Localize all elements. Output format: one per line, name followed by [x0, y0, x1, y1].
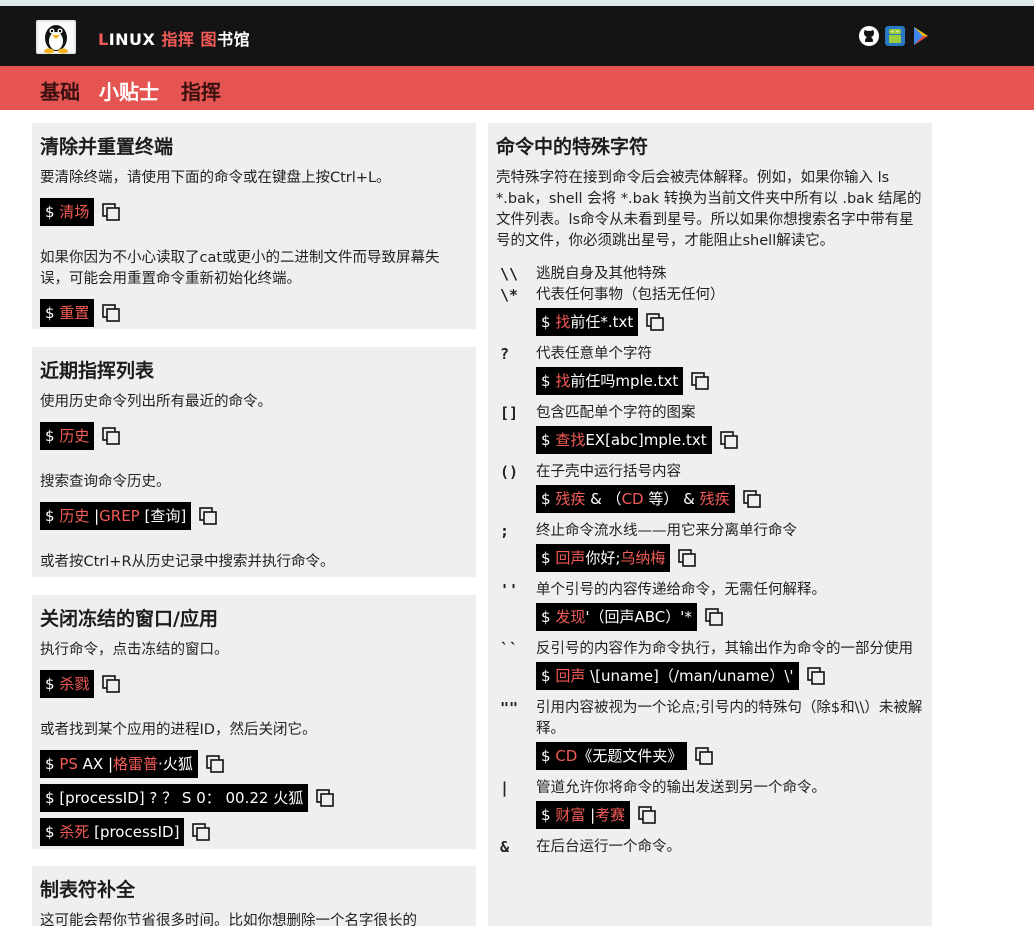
copy-icon[interactable]: [676, 547, 698, 569]
command-code: $ 回声 \[uname]（/man/uname）\': [536, 662, 799, 690]
command-line: $ 回声你好;乌纳梅: [536, 544, 924, 572]
card-tab-completion: 制表符补全 这可能会帮你节省很多时间。比如你想删除一个名字很长的: [32, 866, 476, 926]
command-line: $ 历史 |GREP [查询]: [40, 502, 468, 530]
list-item: ; 终止命令流水线——用它来分离单行命令: [500, 522, 797, 540]
list-item: & 在后台运行一个命令。: [500, 838, 681, 856]
command-line: $ 找前任吗mple.txt: [536, 367, 924, 395]
nav-item-commands[interactable]: 指挥: [181, 76, 221, 105]
copy-icon[interactable]: [693, 745, 715, 767]
site-title[interactable]: LINUX 指挥 图书馆: [98, 26, 250, 50]
command-code: $ 找前任*.txt: [536, 308, 639, 336]
list-item: '' 单个引号的内容传递给命令，无需任何解释。: [500, 581, 826, 599]
tux-logo-icon[interactable]: [32, 12, 80, 60]
command-line: $ 财富 |考赛: [536, 801, 924, 829]
command-code: $ 财富 |考赛: [536, 801, 631, 829]
command-code: $ 杀戮: [40, 670, 95, 698]
card-text: 或者找到某个应用的进程ID，然后关闭它。: [40, 722, 317, 738]
command-code: $ PS AX |格雷普·火狐: [40, 750, 198, 778]
copy-icon[interactable]: [644, 311, 666, 333]
command-code: $ 清场: [40, 198, 95, 226]
command-code: $ 历史: [40, 422, 95, 450]
card-text: 如果你因为不小心读取了cat或更小的二进制文件而导致屏幕失误，可能会用重置命令重…: [40, 250, 440, 287]
header-icons: [858, 25, 932, 47]
special-char-list: \\ 逃脱自身及其他特殊 \* 代表任何事物（包括无任何） $ 找前任*.txt…: [496, 264, 924, 858]
copy-icon[interactable]: [636, 804, 658, 826]
nav-item-basics[interactable]: 基础: [40, 76, 80, 105]
list-item: \\ 逃脱自身及其他特殊: [500, 265, 667, 283]
command-line: $ 找前任*.txt: [536, 308, 924, 336]
list-item: [] 包含匹配单个字符的图案: [500, 404, 696, 422]
copy-icon[interactable]: [100, 425, 122, 447]
copy-icon[interactable]: [100, 201, 122, 223]
nav-item-tips[interactable]: 小贴士: [99, 76, 159, 105]
command-code: $ [processID] ? ？ S 0： 00.22 火狐: [40, 784, 309, 812]
list-item: ? 代表任意单个字符: [500, 345, 652, 363]
github-icon[interactable]: [858, 25, 880, 47]
list-item: "" 引用内容被视为一个论点;引号内的特殊句（除$和\\）未被解释。: [500, 699, 923, 737]
card-title: 关闭冻结的窗口/应用: [40, 608, 218, 630]
card-title: 命令中的特殊字符: [496, 136, 649, 158]
command-line: $ 杀死 [processID]: [40, 818, 468, 846]
command-code: $ 历史 |GREP [查询]: [40, 502, 192, 530]
command-line: $ 清场: [40, 198, 468, 226]
card-text: 或者按Ctrl+R从历史记录中搜索并执行命令。: [40, 554, 335, 570]
command-code: $ 查找EX[abc]mple.txt: [536, 426, 712, 454]
command-line: $ 历史: [40, 422, 468, 450]
card-history: 近期指挥列表 使用历史命令列出所有最近的命令。 $ 历史 搜索查询命令历史。 $…: [32, 347, 476, 577]
copy-icon[interactable]: [197, 505, 219, 527]
command-line: $ 回声 \[uname]（/man/uname）\': [536, 662, 924, 690]
copy-icon[interactable]: [100, 302, 122, 324]
command-line: $ [processID] ? ？ S 0： 00.22 火狐: [40, 784, 468, 812]
copy-icon[interactable]: [703, 606, 725, 628]
card-text: 执行命令，点击冻结的窗口。: [40, 642, 229, 658]
command-code: $ 杀死 [processID]: [40, 818, 185, 846]
copy-icon[interactable]: [100, 673, 122, 695]
command-code: $ 发现'（回声ABC）'*: [536, 603, 697, 631]
main-nav: 基础 小贴士 指挥: [0, 66, 1034, 110]
card-text: 搜索查询命令历史。: [40, 474, 171, 490]
list-item: \* 代表任何事物（包括无任何）: [500, 286, 725, 304]
command-line: $ 发现'（回声ABC）'*: [536, 603, 924, 631]
copy-icon[interactable]: [718, 429, 740, 451]
site-header: LINUX 指挥 图书馆: [0, 6, 1034, 66]
card-special-characters: 命令中的特殊字符 壳特殊字符在接到命令后会被壳体解释。例如，如果你输入 ls *…: [488, 123, 932, 926]
card-text: 要清除终端，请使用下面的命令或在键盘上按Ctrl+L。: [40, 170, 391, 186]
copy-icon[interactable]: [204, 753, 226, 775]
list-item: () 在子壳中运行括号内容: [500, 463, 681, 481]
copy-icon[interactable]: [689, 370, 711, 392]
list-item: | 管道允许你将命令的输出发送到另一个命令。: [500, 779, 826, 797]
copy-icon[interactable]: [741, 488, 763, 510]
card-clear-reset: 清除并重置终端 要清除终端，请使用下面的命令或在键盘上按Ctrl+L。 $ 清场…: [32, 123, 476, 329]
copy-icon[interactable]: [314, 787, 336, 809]
copy-icon[interactable]: [190, 821, 212, 843]
command-line: $ 重置: [40, 299, 468, 327]
card-text: 这可能会帮你节省很多时间。比如你想删除一个名字很长的: [40, 913, 417, 926]
command-code: $ 回声你好;乌纳梅: [536, 544, 671, 572]
card-title: 近期指挥列表: [40, 360, 155, 382]
play-store-icon[interactable]: [910, 25, 932, 47]
command-line: $ 查找EX[abc]mple.txt: [536, 426, 924, 454]
command-code: $ 找前任吗mple.txt: [536, 367, 684, 395]
command-code: $ 残疾 & （CD 等） & 残疾: [536, 485, 735, 513]
command-line: $ 杀戮: [40, 670, 468, 698]
list-item: `` 反引号的内容作为命令执行，其输出作为命令的一部分使用: [500, 640, 913, 658]
copy-icon[interactable]: [805, 665, 827, 687]
android-icon[interactable]: [884, 25, 906, 47]
command-line: $ CD《无题文件夹》: [536, 742, 924, 770]
card-title: 制表符补全: [40, 879, 136, 901]
command-code: $ 重置: [40, 299, 95, 327]
card-kill-frozen: 关闭冻结的窗口/应用 执行命令，点击冻结的窗口。 $ 杀戮 或者找到某个应用的进…: [32, 595, 476, 849]
command-line: $ 残疾 & （CD 等） & 残疾: [536, 485, 924, 513]
command-line: $ PS AX |格雷普·火狐: [40, 750, 468, 778]
card-title: 清除并重置终端: [40, 136, 174, 158]
card-intro: 壳特殊字符在接到命令后会被壳体解释。例如，如果你输入 ls *.bak，shel…: [496, 170, 922, 249]
card-text: 使用历史命令列出所有最近的命令。: [40, 394, 272, 410]
command-code: $ CD《无题文件夹》: [536, 742, 688, 770]
